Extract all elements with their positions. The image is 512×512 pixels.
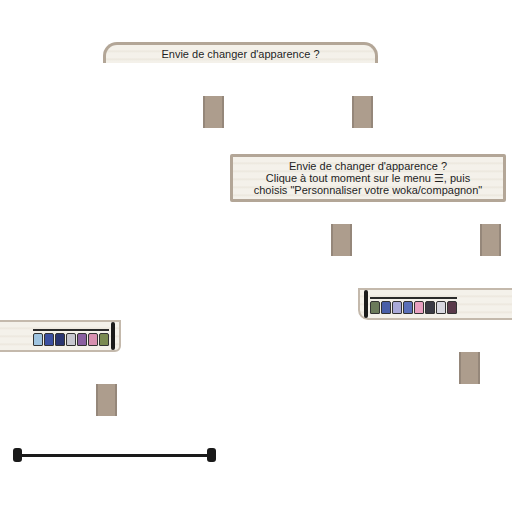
garment-icon [66, 333, 76, 346]
garment-icon [88, 333, 98, 346]
sign-text: Envie de changer d'apparence ? [161, 48, 319, 60]
garment-icon [77, 333, 87, 346]
sign-post [459, 352, 480, 384]
sign-post [203, 96, 224, 128]
garment-icon [392, 301, 402, 314]
garment-icon [403, 301, 413, 314]
bar-line [22, 454, 207, 457]
clothes-rack [0, 320, 121, 352]
rack-pole [111, 322, 115, 350]
sign-board: Envie de changer d'apparence ? [103, 42, 378, 63]
garment-icon [381, 301, 391, 314]
sign-post [331, 224, 352, 256]
garment-icon [33, 333, 43, 346]
sign-post [96, 384, 117, 416]
sign-board: Envie de changer d'apparence ?Clique à t… [230, 154, 506, 202]
garment-icon [55, 333, 65, 346]
garment-icon [436, 301, 446, 314]
garment-icon [370, 301, 380, 314]
rack-bar [13, 448, 216, 462]
garment-icon [414, 301, 424, 314]
sign-text: Envie de changer d'apparence ? [289, 160, 447, 172]
clothes-row [370, 297, 457, 314]
bar-cap [13, 448, 22, 462]
rack-pole [364, 290, 368, 318]
sign-post [480, 224, 501, 256]
sign-post [352, 96, 373, 128]
clothes-rack [358, 288, 512, 320]
clothes-row [33, 329, 109, 346]
garment-icon [44, 333, 54, 346]
garment-icon [447, 301, 457, 314]
garment-icon [99, 333, 109, 346]
bar-cap [207, 448, 216, 462]
sprite-canvas: Envie de changer d'apparence ?Envie de c… [0, 0, 512, 512]
sign-text: choisis "Personnaliser votre woka/compag… [254, 184, 483, 196]
sign-text: Clique à tout moment sur le menu ☰, puis [266, 172, 470, 184]
garment-icon [425, 301, 435, 314]
